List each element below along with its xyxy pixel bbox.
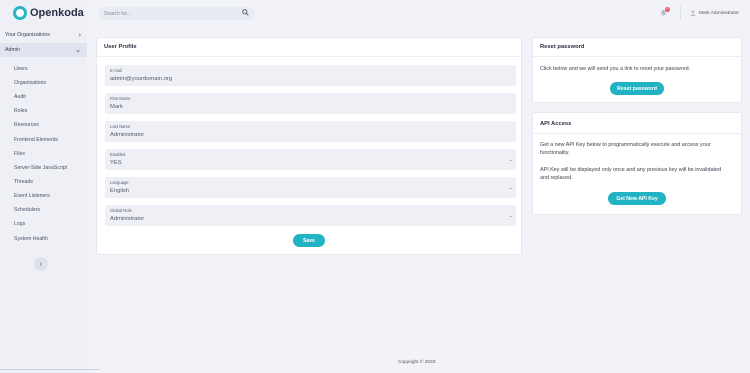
api-access-card: API Access Get a new API Key below to pr…: [532, 112, 742, 215]
card-divider: [97, 56, 521, 57]
reset-password-card: Reset password Click below and we will s…: [532, 37, 742, 103]
sidebar-your-organizations[interactable]: Your Organizations ›: [0, 28, 87, 42]
sidebar-item-audit[interactable]: Audit: [14, 94, 26, 100]
email-label: E-mail: [110, 68, 122, 73]
email-value: admin@yourdomain.org: [110, 76, 172, 82]
chevron-left-icon: ‹: [39, 260, 43, 268]
bottom-divider: [0, 369, 100, 370]
language-value: English: [110, 188, 130, 194]
chevron-down-icon: ⌄: [508, 157, 513, 163]
sidebar-item-users[interactable]: Users: [14, 66, 28, 72]
sidebar-item-frontend-elements[interactable]: Frontend Elements: [14, 137, 58, 143]
notification-badge: 0: [665, 7, 670, 12]
enabled-value: YES: [110, 160, 122, 166]
sidebar-item-roles[interactable]: Roles: [14, 108, 27, 114]
first-name-value: Mark: [110, 104, 123, 110]
language-label: Language: [110, 180, 129, 185]
search-icon[interactable]: [242, 9, 249, 18]
user-profile-title: User Profile: [104, 44, 137, 50]
reset-password-title: Reset password: [540, 44, 585, 50]
api-access-warning-text: API Key will be displayed only once and …: [540, 167, 721, 181]
header-divider: [680, 6, 681, 20]
chevron-down-icon: ⌄: [75, 47, 81, 54]
sidebar-admin[interactable]: Admin ⌄: [0, 43, 87, 57]
chevron-right-icon: ›: [78, 31, 81, 39]
sidebar-your-organizations-label: Your Organizations: [5, 32, 50, 38]
reset-password-text: Click below and we will send you a link …: [540, 66, 691, 72]
language-select[interactable]: Language English ⌄: [105, 177, 516, 198]
last-name-value: Administrator: [110, 132, 145, 138]
sidebar-item-server-side-javascript[interactable]: Server-Side JavaScript: [14, 165, 67, 171]
logo-icon: [13, 6, 27, 20]
last-name-field[interactable]: Last Name Administrator: [105, 121, 516, 142]
sidebar-item-logs[interactable]: Logs: [14, 221, 25, 227]
sidebar-item-schedulers[interactable]: Schedulers: [14, 207, 40, 213]
user-avatar-icon[interactable]: [690, 10, 696, 18]
user-name[interactable]: Mark Administrator: [699, 11, 739, 16]
reset-password-button[interactable]: Reset password: [610, 82, 664, 95]
api-access-text: Get a new API Key below to programmatica…: [540, 142, 711, 156]
chevron-down-icon: ⌄: [508, 213, 513, 219]
global-role-value: Administrator: [110, 216, 145, 222]
sidebar-item-organizations[interactable]: Organizations: [14, 80, 46, 86]
sidebar-item-event-listeners[interactable]: Event Listeners: [14, 193, 50, 199]
search-input[interactable]: Search for...: [98, 7, 255, 20]
sidebar-item-system-health[interactable]: System Health: [14, 236, 48, 242]
copyright-text: Copyright © 2023: [398, 360, 436, 365]
last-name-label: Last Name: [110, 124, 131, 129]
enabled-select[interactable]: Enabled YES ⌄: [105, 149, 516, 170]
get-new-api-key-button[interactable]: Get New API Key: [608, 192, 666, 205]
app-logo[interactable]: Openkoda: [13, 6, 84, 20]
global-role-select[interactable]: Global Role Administrator ⌄: [105, 205, 516, 226]
first-name-field[interactable]: First Name Mark: [105, 93, 516, 114]
sidebar: Openkoda Your Organizations › Admin ⌄ Us…: [0, 0, 87, 373]
chevron-down-icon: ⌄: [508, 185, 513, 191]
enabled-label: Enabled: [110, 152, 126, 157]
sidebar-admin-label: Admin: [5, 47, 21, 53]
user-profile-card: User Profile E-mail admin@yourdomain.org…: [96, 37, 522, 255]
sidebar-item-threads[interactable]: Threads: [14, 179, 33, 185]
collapse-sidebar-button[interactable]: ‹: [34, 257, 48, 271]
sidebar-item-files[interactable]: Files: [14, 151, 25, 157]
card-divider: [533, 133, 741, 134]
search-placeholder: Search for...: [104, 10, 131, 17]
app-name: Openkoda: [30, 7, 84, 19]
email-field[interactable]: E-mail admin@yourdomain.org: [105, 65, 516, 86]
global-role-label: Global Role: [110, 208, 132, 213]
save-button[interactable]: Save: [293, 234, 325, 247]
api-access-title: API Access: [540, 121, 572, 127]
sidebar-item-resources[interactable]: Resources: [14, 122, 39, 128]
first-name-label: First Name: [110, 96, 131, 101]
card-divider: [533, 56, 741, 57]
